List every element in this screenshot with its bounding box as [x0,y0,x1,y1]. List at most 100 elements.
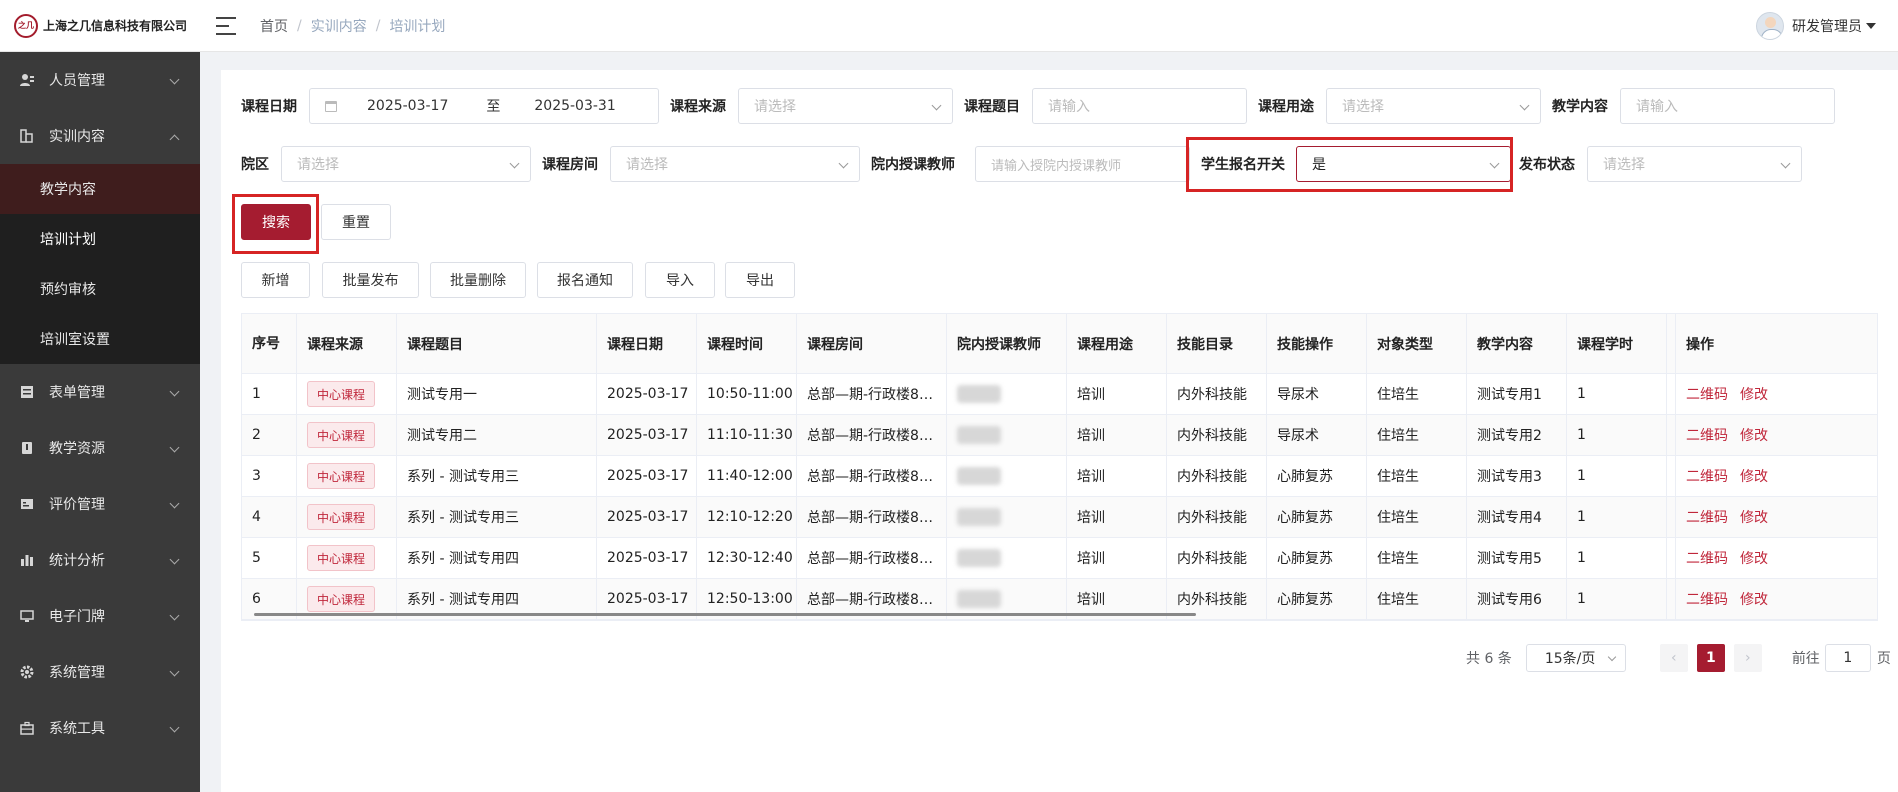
room-select[interactable]: 请选择 [610,146,860,182]
sidebar-subitem-training-plan[interactable]: 培训计划 [0,214,200,264]
sidebar-item-resources[interactable]: 教学资源 [0,420,200,476]
publish-status-select[interactable]: 请选择 [1587,146,1802,182]
filter-row-1: 课程日期 2025-03-17 至 2025-03-31 课程来源 请选择 课程… [241,88,1835,124]
cell-actions: 二维码 修改 [1676,456,1877,496]
qrcode-link[interactable]: 二维码 [1686,384,1728,404]
campus-select[interactable]: 请选择 [281,146,531,182]
cell-teacher [947,497,1067,537]
horizontal-scrollbar[interactable] [254,613,1196,616]
menu-toggle-icon[interactable] [216,16,236,35]
cell-actions: 二维码 修改 [1676,497,1877,537]
caret-down-icon [1866,23,1876,29]
chevron-down-icon [509,158,520,169]
sidebar-item-evaluation[interactable]: 评价管理 [0,476,200,532]
cell-hours: 1 [1567,579,1667,619]
reset-button[interactable]: 重置 [321,204,391,240]
sidebar-subitem-teaching-content[interactable]: 教学内容 [0,164,200,214]
user-menu[interactable]: 研发管理员 [1756,12,1876,40]
sidebar-item-label: 表单管理 [49,385,105,401]
company-name: 上海之几信息科技有限公司 [43,19,188,33]
breadcrumb: 首页 / 实训内容 / 培训计划 [260,16,446,36]
edit-link[interactable]: 修改 [1740,548,1768,568]
date-end: 2025-03-31 [534,98,616,114]
goto-label: 前往 [1791,651,1820,667]
highlight-signup-switch [1186,137,1513,192]
course-title-input[interactable]: 请输入 [1032,88,1247,124]
chevron-down-icon [169,666,180,677]
edit-link[interactable]: 修改 [1740,507,1768,527]
date-start: 2025-03-17 [367,98,449,114]
teacher-input[interactable]: 请输入授院内授课教师 [975,146,1190,182]
course-source-select[interactable]: 请选择 [738,88,953,124]
course-source-tag: 中心课程 [307,422,376,448]
cell-use: 培训 [1067,497,1167,537]
breadcrumb-training[interactable]: 实训内容 [311,16,367,36]
add-button[interactable]: 新增 [241,262,310,298]
cell-teacher [947,538,1067,578]
qrcode-link[interactable]: 二维码 [1686,425,1728,445]
date-separator: 至 [486,99,501,115]
cell-no: 5 [242,538,297,578]
sidebar-item-system-tools[interactable]: 系统工具 [0,700,200,756]
edit-link[interactable]: 修改 [1740,425,1768,445]
batch-delete-button[interactable]: 批量删除 [430,262,526,298]
sidebar-item-training[interactable]: 实训内容 [0,108,200,164]
goto-page-input[interactable]: 1 [1824,644,1871,672]
sidebar-item-label: 系统管理 [49,665,105,681]
signup-notice-button[interactable]: 报名通知 [537,262,633,298]
sidebar-item-statistics[interactable]: 统计分析 [0,532,200,588]
search-button[interactable]: 搜索 [241,204,311,240]
pagination: 共 6 条 15条/页 ‹ 1 › 前往 1 页 [1466,644,1891,672]
course-use-select[interactable]: 请选择 [1326,88,1541,124]
sidebar-item-forms[interactable]: 表单管理 [0,364,200,420]
teach-content-input[interactable]: 请输入 [1620,88,1835,124]
qrcode-link[interactable]: 二维码 [1686,507,1728,527]
course-source-tag: 中心课程 [307,463,376,489]
qrcode-link[interactable]: 二维码 [1686,589,1728,609]
cell-actions: 二维码 修改 [1676,415,1877,455]
prev-page-button[interactable]: ‹ [1659,644,1688,672]
cell-time: 10:50-11:00 [697,374,797,414]
col-room: 课程房间 [797,314,947,373]
chevron-down-icon [1607,652,1617,662]
cell-date: 2025-03-17 [597,456,697,496]
col-time: 课程时间 [697,314,797,373]
sidebar-subitem-room-settings[interactable]: 培训室设置 [0,314,200,364]
edit-link[interactable]: 修改 [1740,589,1768,609]
date-range-picker[interactable]: 2025-03-17 至 2025-03-31 [309,88,659,124]
cell-gap [1667,456,1676,496]
table-row: 3 中心课程 系列 - 测试专用三 2025-03-17 11:40-12:00 总部—期… [242,456,1877,497]
page-size-select[interactable]: 15条/页 [1525,644,1626,672]
course-source-tag: 中心课程 [307,504,376,530]
edit-link[interactable]: 修改 [1740,384,1768,404]
col-target: 对象类型 [1367,314,1467,373]
cell-hours: 1 [1567,374,1667,414]
sidebar-item-e-doorplate[interactable]: 电子门牌 [0,588,200,644]
qrcode-link[interactable]: 二维码 [1686,466,1728,486]
table-body: 1 中心课程 测试专用一 2025-03-17 10:50-11:00 总部—期-行政楼8… [242,374,1877,620]
cell-title: 测试专用二 [397,415,597,455]
chevron-down-icon [169,498,180,509]
export-button[interactable]: 导出 [725,262,795,298]
avatar [1756,12,1784,40]
breadcrumb-home[interactable]: 首页 [260,16,288,36]
redacted-teacher [957,549,1001,567]
edit-link[interactable]: 修改 [1740,466,1768,486]
logo-mark-icon: 之几 [14,13,38,38]
training-plan-table: 序号 课程来源 课程题目 课程日期 课程时间 课程房间 院内授课教师 课程用途 … [241,313,1878,621]
cell-target: 住培生 [1367,456,1467,496]
next-page-button[interactable]: › [1733,644,1762,672]
sidebar-item-users[interactable]: 人员管理 [0,52,200,108]
cell-use: 培训 [1067,374,1167,414]
page-1-button[interactable]: 1 [1696,644,1725,672]
total-count: 共 6 条 [1466,651,1512,667]
qrcode-link[interactable]: 二维码 [1686,548,1728,568]
cell-skill-op: 心肺复苏 [1267,456,1367,496]
import-button[interactable]: 导入 [645,262,715,298]
sidebar-item-system-management[interactable]: 系统管理 [0,644,200,700]
sidebar-subitem-booking-review[interactable]: 预约审核 [0,264,200,314]
col-hours: 课程学时 [1567,314,1667,373]
batch-publish-button[interactable]: 批量发布 [322,262,419,298]
table-row: 5 中心课程 系列 - 测试专用四 2025-03-17 12:30-12:40 总部—期… [242,538,1877,579]
cell-gap [1667,415,1676,455]
